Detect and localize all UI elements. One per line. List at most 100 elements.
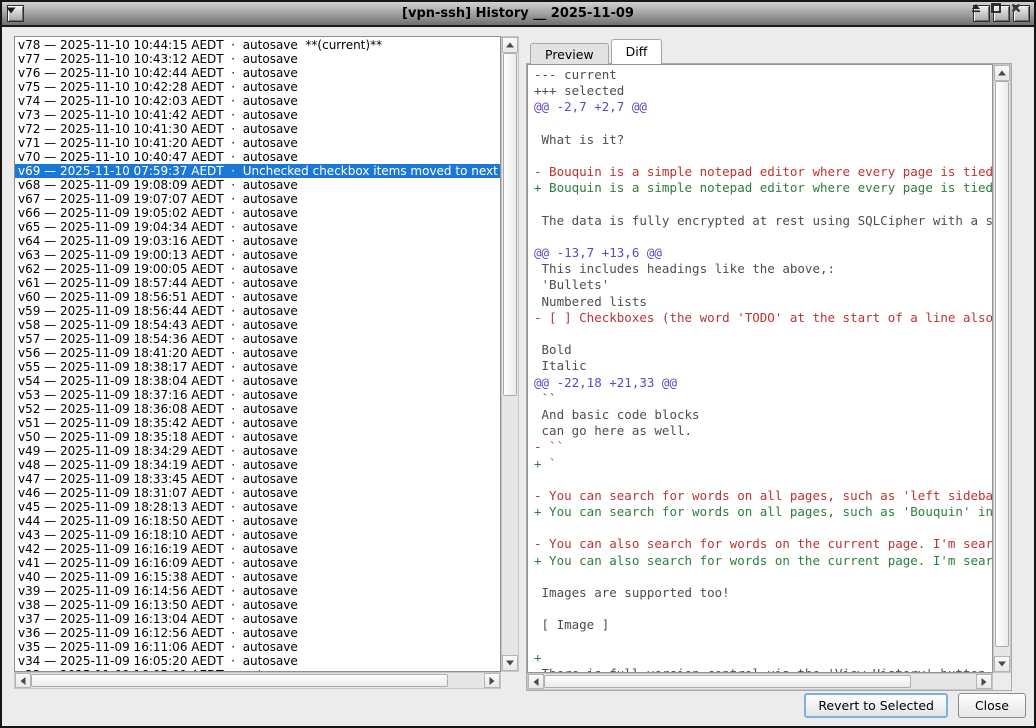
diff-line-ctx: And basic code blocks: [534, 407, 992, 423]
list-item[interactable]: v54 — 2025-11-09 18:38:04 AEDT · autosav…: [15, 374, 500, 388]
list-item[interactable]: v48 — 2025-11-09 18:34:19 AEDT · autosav…: [15, 458, 500, 472]
diff-line-ctx: Bold: [534, 342, 992, 358]
list-item[interactable]: v60 — 2025-11-09 18:56:51 AEDT · autosav…: [15, 290, 500, 304]
list-item[interactable]: v78 — 2025-11-10 10:44:15 AEDT · autosav…: [15, 38, 500, 52]
scroll-down-arrow-icon[interactable]: [994, 656, 1010, 672]
window-menu-button[interactable]: [7, 5, 24, 22]
list-hscroll-thumb[interactable]: [31, 674, 448, 687]
diff-line-del: - Bouquin is a simple notepad editor whe…: [534, 164, 992, 180]
action-button-row: Revert to Selected Close: [804, 693, 1026, 718]
list-item[interactable]: v37 — 2025-11-09 16:13:04 AEDT · autosav…: [15, 612, 500, 626]
list-item[interactable]: v34 — 2025-11-09 16:05:20 AEDT · autosav…: [15, 654, 500, 668]
scroll-right-arrow-icon[interactable]: [484, 673, 500, 688]
diff-line-blank: [534, 116, 992, 132]
diff-line-blank: [534, 148, 992, 164]
tab-diff[interactable]: Diff: [611, 39, 663, 64]
list-item[interactable]: v52 — 2025-11-09 18:36:08 AEDT · autosav…: [15, 402, 500, 416]
list-item[interactable]: v66 — 2025-11-09 19:05:02 AEDT · autosav…: [15, 206, 500, 220]
list-item[interactable]: v46 — 2025-11-09 18:31:07 AEDT · autosav…: [15, 486, 500, 500]
list-item[interactable]: v47 — 2025-11-09 18:33:45 AEDT · autosav…: [15, 472, 500, 486]
list-item[interactable]: v39 — 2025-11-09 16:14:56 AEDT · autosav…: [15, 584, 500, 598]
list-item[interactable]: v67 — 2025-11-09 19:07:07 AEDT · autosav…: [15, 192, 500, 206]
scroll-right-arrow-icon[interactable]: [976, 674, 992, 689]
list-item[interactable]: v63 — 2025-11-09 19:00:13 AEDT · autosav…: [15, 248, 500, 262]
diff-horizontal-scrollbar[interactable]: [527, 673, 993, 690]
list-item[interactable]: v77 — 2025-11-10 10:43:12 AEDT · autosav…: [15, 52, 500, 66]
list-item[interactable]: v53 — 2025-11-09 18:37:16 AEDT · autosav…: [15, 388, 500, 402]
diff-line-ctx: This includes headings like the above,:: [534, 261, 992, 277]
list-item[interactable]: v73 — 2025-11-10 10:41:42 AEDT · autosav…: [15, 108, 500, 122]
list-vscroll-thumb[interactable]: [503, 53, 517, 396]
list-item[interactable]: v72 — 2025-11-10 10:41:30 AEDT · autosav…: [15, 122, 500, 136]
list-item[interactable]: v75 — 2025-11-10 10:42:28 AEDT · autosav…: [15, 80, 500, 94]
tab-preview[interactable]: Preview: [530, 43, 609, 64]
diff-vscroll-thumb[interactable]: [995, 81, 1009, 647]
diff-line-ctx: can go here as well.: [534, 423, 992, 439]
list-item[interactable]: v49 — 2025-11-09 18:34:29 AEDT · autosav…: [15, 444, 500, 458]
diff-vscroll-track[interactable]: [994, 81, 1010, 656]
list-item[interactable]: v62 — 2025-11-09 19:00:05 AEDT · autosav…: [15, 262, 500, 276]
list-item[interactable]: v56 — 2025-11-09 18:41:20 AEDT · autosav…: [15, 346, 500, 360]
diff-line-blank: [534, 601, 992, 617]
maximize-button[interactable]: [993, 5, 1010, 22]
list-item[interactable]: v68 — 2025-11-09 19:08:09 AEDT · autosav…: [15, 178, 500, 192]
diff-line-del: - You can also search for words on the c…: [534, 536, 992, 552]
scroll-left-arrow-icon[interactable]: [528, 674, 544, 689]
diff-text[interactable]: --- current+++ selected@@ -2,7 +2,7 @@ W…: [527, 64, 993, 673]
list-item[interactable]: v38 — 2025-11-09 16:13:50 AEDT · autosav…: [15, 598, 500, 612]
diff-hscroll-track[interactable]: [544, 674, 976, 689]
list-item[interactable]: v64 — 2025-11-09 19:03:16 AEDT · autosav…: [15, 234, 500, 248]
list-item[interactable]: v40 — 2025-11-09 16:15:38 AEDT · autosav…: [15, 570, 500, 584]
scroll-down-arrow-icon[interactable]: [502, 655, 518, 671]
diff-line-hunk: @@ -2,7 +2,7 @@: [534, 99, 992, 115]
list-item[interactable]: v36 — 2025-11-09 16:12:56 AEDT · autosav…: [15, 626, 500, 640]
list-item[interactable]: v45 — 2025-11-09 18:28:13 AEDT · autosav…: [15, 500, 500, 514]
list-item[interactable]: v42 — 2025-11-09 16:16:19 AEDT · autosav…: [15, 542, 500, 556]
list-horizontal-scrollbar[interactable]: [14, 672, 501, 689]
list-item[interactable]: v58 — 2025-11-09 18:54:43 AEDT · autosav…: [15, 318, 500, 332]
diff-line-ctx: Numbered lists: [534, 294, 992, 310]
list-item[interactable]: v74 — 2025-11-10 10:42:03 AEDT · autosav…: [15, 94, 500, 108]
revert-to-selected-button[interactable]: Revert to Selected: [804, 693, 948, 718]
window-title: [vpn-ssh] History __ 2025-11-09: [2, 6, 1034, 21]
list-item[interactable]: v59 — 2025-11-09 18:56:44 AEDT · autosav…: [15, 304, 500, 318]
list-item[interactable]: v71 — 2025-11-10 10:41:20 AEDT · autosav…: [15, 136, 500, 150]
diff-line-del: - ``: [534, 439, 992, 455]
close-dialog-button[interactable]: Close: [958, 693, 1026, 718]
scroll-up-arrow-icon[interactable]: [502, 37, 518, 53]
list-item[interactable]: v70 — 2025-11-10 10:40:47 AEDT · autosav…: [15, 150, 500, 164]
preview-diff-tabs: Preview Diff: [530, 39, 662, 64]
scrollbar-corner: [501, 672, 519, 689]
app-window: [vpn-ssh] History __ 2025-11-09: [0, 0, 1036, 728]
list-item[interactable]: v35 — 2025-11-09 16:11:06 AEDT · autosav…: [15, 640, 500, 654]
list-item[interactable]: v61 — 2025-11-09 18:57:44 AEDT · autosav…: [15, 276, 500, 290]
list-item[interactable]: v55 — 2025-11-09 18:38:17 AEDT · autosav…: [15, 360, 500, 374]
diff-hscroll-thumb[interactable]: [544, 675, 911, 688]
scroll-up-arrow-icon[interactable]: [994, 65, 1010, 81]
list-item[interactable]: v43 — 2025-11-09 16:18:10 AEDT · autosav…: [15, 528, 500, 542]
diff-line-blank: [534, 197, 992, 213]
close-button[interactable]: [1013, 5, 1030, 22]
list-item-selected[interactable]: v69 — 2025-11-10 07:59:37 AEDT · Uncheck…: [15, 164, 500, 178]
titlebar[interactable]: [vpn-ssh] History __ 2025-11-09: [2, 2, 1034, 27]
list-vertical-scrollbar[interactable]: [501, 36, 519, 672]
list-item[interactable]: v51 — 2025-11-09 18:35:42 AEDT · autosav…: [15, 416, 500, 430]
diff-vertical-scrollbar[interactable]: [993, 64, 1011, 673]
diff-line-add: +: [534, 650, 992, 666]
list-vscroll-track[interactable]: [502, 53, 518, 655]
list-item[interactable]: v65 — 2025-11-09 19:04:34 AEDT · autosav…: [15, 220, 500, 234]
diff-panel: --- current+++ selected@@ -2,7 +2,7 @@ W…: [526, 63, 1012, 691]
shade-button[interactable]: [973, 5, 990, 22]
diff-line-add: + You can search for words on all pages,…: [534, 504, 992, 520]
list-hscroll-track[interactable]: [31, 673, 484, 688]
version-list[interactable]: v78 — 2025-11-10 10:44:15 AEDT · autosav…: [14, 36, 501, 672]
list-item[interactable]: v44 — 2025-11-09 16:18:50 AEDT · autosav…: [15, 514, 500, 528]
list-item[interactable]: v76 — 2025-11-10 10:42:44 AEDT · autosav…: [15, 66, 500, 80]
list-item[interactable]: v41 — 2025-11-09 16:16:09 AEDT · autosav…: [15, 556, 500, 570]
diff-line-meta: +++ selected: [534, 83, 992, 99]
scroll-left-arrow-icon[interactable]: [15, 673, 31, 688]
diff-line-ctx: Italic: [534, 358, 992, 374]
list-item[interactable]: v50 — 2025-11-09 18:35:18 AEDT · autosav…: [15, 430, 500, 444]
list-item[interactable]: v57 — 2025-11-09 18:54:36 AEDT · autosav…: [15, 332, 500, 346]
diff-line-blank: [534, 569, 992, 585]
